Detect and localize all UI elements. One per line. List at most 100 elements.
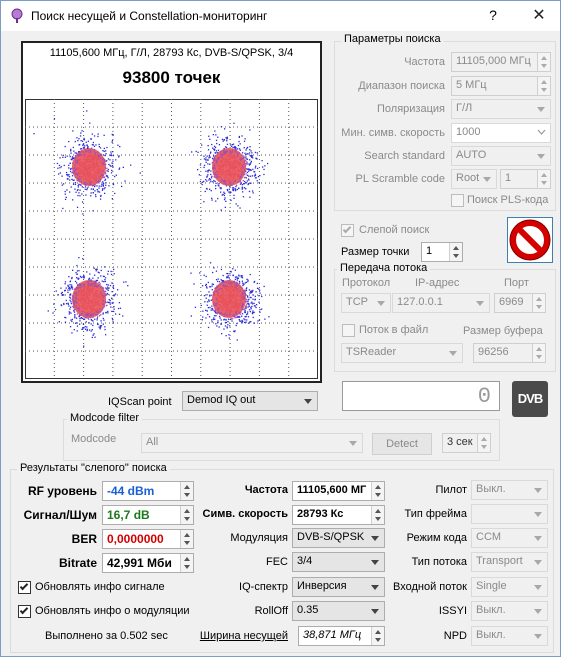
chevron-down-icon — [371, 585, 379, 590]
buffer-input[interactable]: 96256 — [473, 343, 546, 363]
modcode-title: Modcode filter — [67, 412, 143, 424]
fec-value: 3/4 — [297, 555, 313, 567]
chevron-down-icon — [371, 609, 379, 614]
file-target-select[interactable]: TSReader — [341, 343, 463, 363]
protocol-select[interactable]: TCP — [341, 293, 391, 313]
detect-button[interactable]: Detect — [372, 433, 432, 455]
stream-type-select[interactable]: Transport — [471, 552, 548, 572]
sr-label: Симв. скорость — [202, 508, 288, 520]
frequency-spinner[interactable] — [537, 53, 550, 71]
modcode-label: Modcode — [71, 433, 117, 445]
stop-button[interactable] — [507, 217, 553, 263]
pls-mode-value: Root — [456, 172, 480, 184]
chevron-down-icon — [371, 560, 379, 565]
modulation-select[interactable]: DVB-S/QPSK — [292, 528, 385, 548]
sr-spinner[interactable] — [371, 506, 384, 524]
update-modulation-checkbox[interactable] — [18, 605, 31, 618]
freq-spinner[interactable] — [371, 482, 384, 500]
elapsed-label: Выполнено за 0.502 sec — [45, 630, 168, 642]
range-spinner[interactable] — [537, 77, 550, 95]
min-sr-value: 1000 — [456, 126, 481, 138]
sr-value: 28793 Кс — [297, 508, 344, 520]
close-button[interactable]: ✕ — [528, 5, 550, 25]
bitrate-field[interactable]: 42,991 Мби — [102, 553, 194, 573]
window-title: Поиск несущей и Constellation-мониторинг — [31, 9, 268, 23]
npd-value: Выкл. — [476, 629, 506, 641]
issyi-select[interactable]: Выкл. — [471, 601, 548, 621]
rolloff-select[interactable]: 0.35 — [292, 601, 385, 621]
standard-label: Search standard — [364, 150, 445, 162]
stream-title: Передача потока — [337, 262, 431, 274]
blind-search-label: Слепой поиск — [359, 224, 430, 236]
blind-search-checkbox[interactable] — [341, 224, 354, 237]
fec-select[interactable]: 3/4 — [292, 552, 385, 572]
iqscan-select[interactable]: Demod IQ out — [182, 391, 318, 411]
chevron-down-icon — [371, 536, 379, 541]
update-modulation-label: Обновлять инфо о модуляции — [35, 605, 190, 617]
port-spinner[interactable] — [532, 294, 545, 312]
iq-spectrum-select[interactable]: Инверсия — [292, 577, 385, 597]
snr-label: Сигнал/Шум — [23, 508, 97, 522]
min-sr-label: Мин. симв. скорость — [341, 127, 445, 139]
chevron-down-icon — [534, 634, 542, 639]
issyi-value: Выкл. — [476, 604, 506, 616]
frequency-label: Частота — [404, 56, 445, 68]
point-size-spinner[interactable] — [449, 243, 462, 261]
bandwidth-label[interactable]: Ширина несущей — [191, 630, 288, 642]
buffer-spinner[interactable] — [532, 344, 545, 362]
interval-spinner[interactable] — [477, 434, 490, 452]
rf-label: RF уровень — [27, 484, 97, 498]
frequency-input[interactable]: 11105,000 МГц — [451, 52, 551, 72]
ber-value: 0,0000000 — [107, 532, 164, 546]
code-select[interactable]: CCM — [471, 528, 548, 548]
freq-field[interactable]: 11105,600 МГ — [292, 481, 385, 501]
frame-select[interactable] — [471, 504, 548, 524]
freq-label: Частота — [244, 484, 288, 496]
polarization-select[interactable]: Г/Л — [451, 99, 551, 119]
port-input[interactable]: 6969 — [494, 293, 546, 313]
ber-label: BER — [71, 532, 97, 546]
chevron-down-icon — [534, 488, 542, 493]
pls-value-input[interactable]: 1 — [500, 169, 551, 189]
modcode-select[interactable]: All — [141, 433, 363, 453]
chevron-down-icon — [304, 399, 312, 404]
chevron-down-icon — [534, 585, 542, 590]
update-signal-checkbox[interactable] — [18, 581, 31, 594]
standard-value: AUTO — [456, 149, 487, 161]
ip-label: IP-адрес — [415, 277, 460, 289]
help-button[interactable]: ? — [483, 7, 503, 23]
iqscan-label: IQScan point — [108, 396, 172, 408]
point-size-input[interactable]: 1 — [421, 242, 463, 262]
standard-select[interactable]: AUTO — [451, 146, 551, 166]
ip-select[interactable]: 127.0.0.1 — [392, 293, 490, 313]
bandwidth-spinner[interactable] — [371, 627, 384, 645]
pilot-select[interactable]: Выкл. — [471, 480, 548, 500]
pls-search-checkbox[interactable] — [451, 194, 464, 207]
ber-field[interactable]: 0,0000000 — [102, 529, 194, 549]
sr-field[interactable]: 28793 Кс — [292, 505, 385, 525]
file-stream-checkbox[interactable] — [342, 324, 355, 337]
bandwidth-field[interactable]: 38,871 МГц — [298, 626, 385, 646]
pls-spinner[interactable] — [537, 170, 550, 188]
bitrate-spinner[interactable] — [180, 554, 193, 572]
npd-select[interactable]: Выкл. — [471, 626, 548, 646]
fec-label: FEC — [266, 556, 288, 568]
results-title: Результаты "слепого" поиска — [17, 462, 170, 474]
mod-label: Модуляция — [230, 532, 288, 544]
snr-spinner[interactable] — [180, 506, 193, 524]
title-bar: Поиск несущей и Constellation-мониторинг… — [1, 1, 560, 31]
ber-spinner[interactable] — [180, 530, 193, 548]
snr-value: 16,7 dB — [107, 508, 150, 522]
rf-level-field[interactable]: -44 dBm — [102, 481, 194, 501]
range-input[interactable]: 5 МГц — [451, 76, 551, 96]
pls-mode-select[interactable]: Root — [451, 169, 497, 189]
snr-field[interactable]: 16,7 dB — [102, 505, 194, 525]
rf-spinner[interactable] — [180, 482, 193, 500]
buffer-value: 96256 — [478, 346, 509, 358]
buffer-label: Размер буфера — [463, 325, 543, 337]
iqscan-value: Demod IQ out — [187, 394, 256, 406]
input-stream-select[interactable]: Single — [471, 577, 548, 597]
interval-input[interactable]: 3 сек — [442, 433, 491, 453]
min-sr-select[interactable]: 1000 — [451, 123, 551, 143]
polarization-label: Поляризация — [377, 103, 445, 115]
